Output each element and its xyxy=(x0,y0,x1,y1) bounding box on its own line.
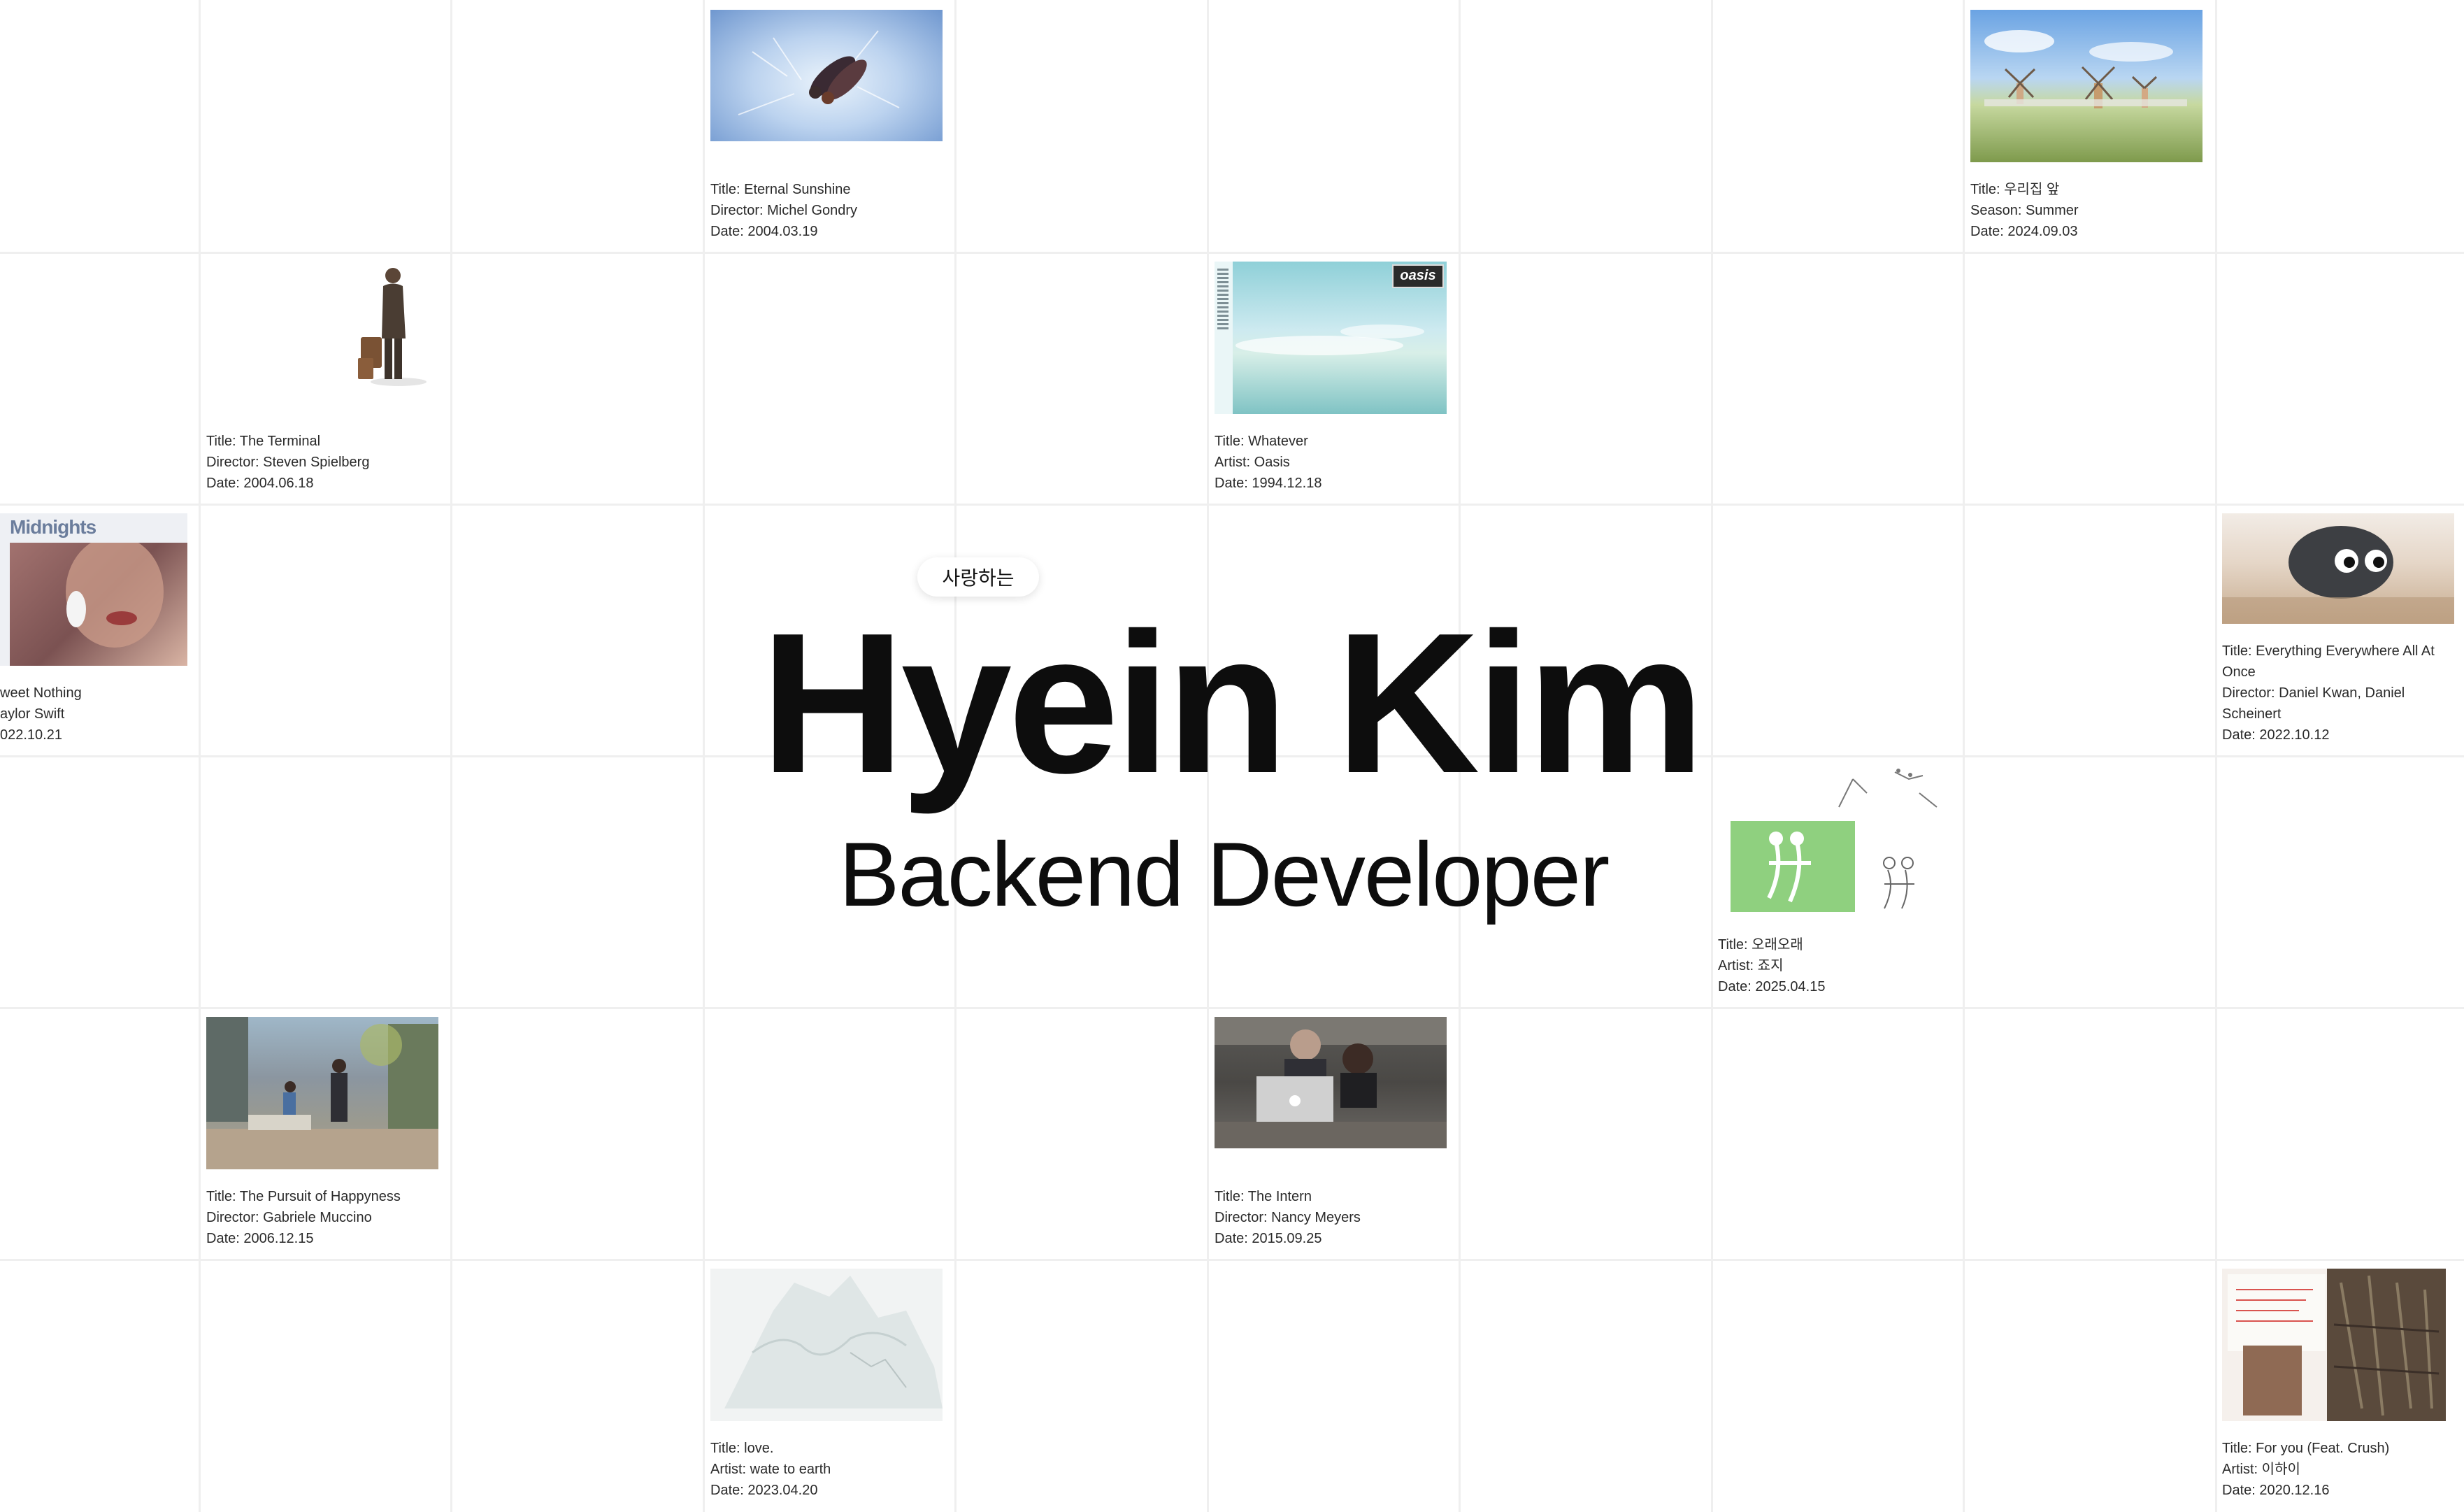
card-date: Date: 2006.12.15 xyxy=(206,1231,314,1246)
card-artist: aylor Swift xyxy=(0,706,65,722)
card-title: Title: The Intern xyxy=(1215,1189,1312,1204)
card-date: Date: 2020.12.16 xyxy=(2222,1483,2330,1498)
card-title: Title: 오래오래 xyxy=(1718,937,1803,953)
card-date: Date: 2023.04.20 xyxy=(710,1483,818,1498)
card-image-love xyxy=(710,1269,943,1421)
card-artist: Artist: wate to earth xyxy=(710,1462,831,1477)
card-title: weet Nothing xyxy=(0,685,82,701)
card-date: Date: 2004.03.19 xyxy=(710,224,818,239)
card-image-everything-everywhere xyxy=(2222,513,2454,624)
hero-name-title: Hyein Kim xyxy=(760,591,1705,815)
grid-horizontal-line xyxy=(0,504,2464,506)
card-date: Date: 2025.04.15 xyxy=(1718,979,1826,994)
card-title: Title: Eternal Sunshine xyxy=(710,182,851,197)
card-season: Season: Summer xyxy=(1970,203,2079,218)
card-date: Date: 2024.09.03 xyxy=(1970,224,2078,239)
card-image-midnights: Midnights xyxy=(0,513,187,666)
card-image-woorijip xyxy=(1970,10,2202,162)
card-image-the-intern xyxy=(1215,1017,1447,1148)
card-director: Director: Michel Gondry xyxy=(710,203,858,218)
card-date: Date: 2015.09.25 xyxy=(1215,1231,1322,1246)
card-artist: Artist: 죠지 xyxy=(1718,958,1784,973)
card-title: Title: The Terminal xyxy=(206,434,321,449)
card-artist: Artist: 이하이 xyxy=(2222,1462,2300,1477)
card-image-whatever: oasis xyxy=(1215,262,1447,414)
hero-role-subtitle: Backend Developer xyxy=(838,823,1610,925)
card-director: Director: Gabriele Muccino xyxy=(206,1210,372,1225)
card-image-for-you xyxy=(2222,1269,2446,1421)
card-title: Title: The Pursuit of Happyness xyxy=(206,1189,401,1204)
card-date: Date: 1994.12.18 xyxy=(1215,476,1322,491)
card-date: Date: 2004.06.18 xyxy=(206,476,314,491)
card-title: Title: Everything Everywhere All At Once xyxy=(2222,643,2435,680)
card-artist: Artist: Oasis xyxy=(1215,455,1290,470)
card-director: Director: Nancy Meyers xyxy=(1215,1210,1361,1225)
card-title: Title: For you (Feat. Crush) xyxy=(2222,1441,2390,1456)
card-director: Director: Steven Spielberg xyxy=(206,455,370,470)
card-title: Title: love. xyxy=(710,1441,774,1456)
midnights-cover-title: Midnights xyxy=(10,516,96,538)
card-image-orae-orae xyxy=(1727,765,1951,920)
card-title: Title: 우리집 앞 xyxy=(1970,182,2060,197)
card-date: Date: 2022.10.12 xyxy=(2222,727,2330,743)
grid-horizontal-line xyxy=(0,1007,2464,1009)
grid-horizontal-line xyxy=(0,1259,2464,1261)
card-image-eternal-sunshine xyxy=(710,10,943,141)
card-image-pursuit-of-happyness xyxy=(206,1017,438,1169)
card-date: 022.10.21 xyxy=(0,727,62,743)
card-image-the-terminal xyxy=(350,262,434,401)
card-director: Director: Daniel Kwan, Daniel Scheinert xyxy=(2222,685,2405,722)
grid-horizontal-line xyxy=(0,252,2464,254)
card-title: Title: Whatever xyxy=(1215,434,1308,449)
